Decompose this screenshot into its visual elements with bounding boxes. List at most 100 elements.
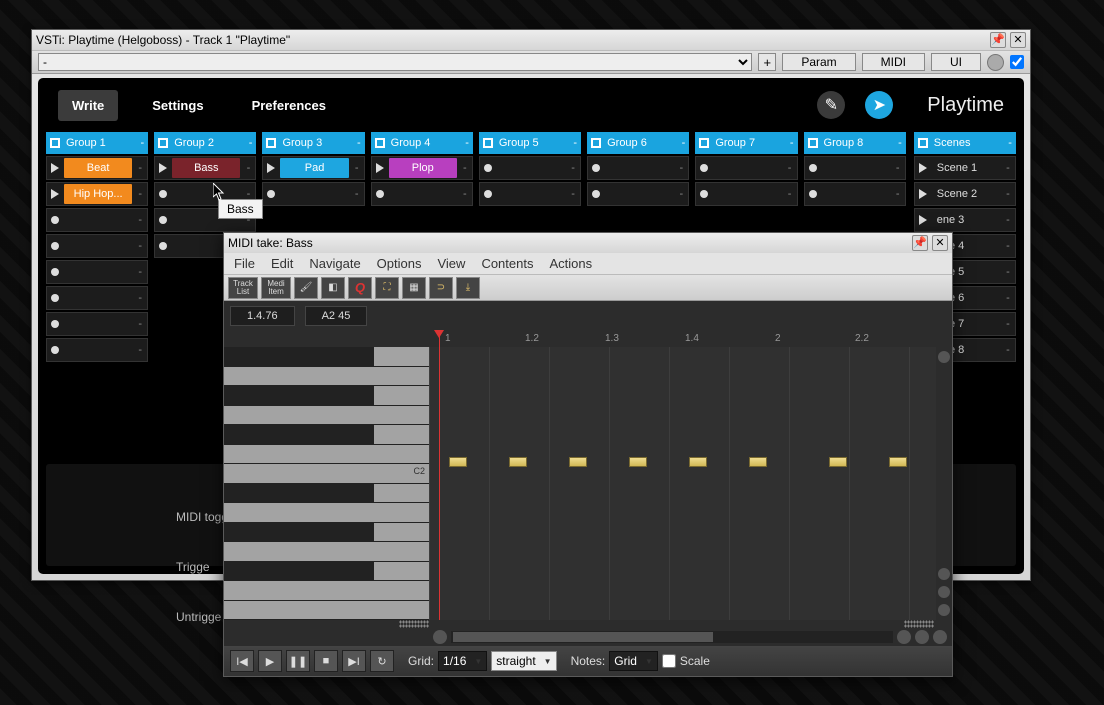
group-header-8[interactable]: Group 8- bbox=[804, 132, 906, 154]
pin-icon[interactable]: 📌 bbox=[990, 32, 1006, 48]
mediaitem-button[interactable]: Medi Item bbox=[261, 277, 291, 299]
stop-icon[interactable]: ■ bbox=[314, 650, 338, 672]
clip-empty[interactable]: - bbox=[46, 234, 148, 258]
clip-empty[interactable]: - bbox=[695, 156, 797, 180]
clip-empty[interactable]: - bbox=[46, 286, 148, 310]
menu-file[interactable]: File bbox=[234, 256, 255, 271]
clip-empty[interactable]: - bbox=[587, 182, 689, 206]
clip-empty[interactable]: - bbox=[46, 312, 148, 336]
clip-g3r1[interactable]: Pad- bbox=[262, 156, 364, 180]
tab-write[interactable]: Write bbox=[58, 90, 118, 121]
group-header-6[interactable]: Group 6- bbox=[587, 132, 689, 154]
menu-navigate[interactable]: Navigate bbox=[309, 256, 360, 271]
h-scrollbar[interactable] bbox=[451, 631, 893, 643]
menu-view[interactable]: View bbox=[437, 256, 465, 271]
snap-icon[interactable]: ⊃ bbox=[429, 277, 453, 299]
zoom-in-icon[interactable] bbox=[938, 586, 950, 598]
clip-g4r1[interactable]: Plop- bbox=[371, 156, 473, 180]
midi-note[interactable] bbox=[689, 457, 707, 467]
clip-g1r1[interactable]: Beat- bbox=[46, 156, 148, 180]
scenes-header[interactable]: Scenes- bbox=[914, 132, 1016, 154]
clip-empty[interactable]: - bbox=[262, 182, 364, 206]
grid-type-select[interactable]: straight bbox=[491, 651, 556, 671]
group-header-4[interactable]: Group 4- bbox=[371, 132, 473, 154]
go-start-icon[interactable]: I◀ bbox=[230, 650, 254, 672]
quantize-icon[interactable]: Q bbox=[348, 277, 372, 299]
loop-icon[interactable]: ↻ bbox=[370, 650, 394, 672]
midi-note[interactable] bbox=[889, 457, 907, 467]
clip-empty[interactable]: - bbox=[46, 208, 148, 232]
clip-g2r1[interactable]: Bass- bbox=[154, 156, 256, 180]
menu-edit[interactable]: Edit bbox=[271, 256, 293, 271]
scroll-right-icon[interactable] bbox=[897, 630, 911, 644]
param-button[interactable]: Param bbox=[782, 53, 855, 71]
resize-handle-icon[interactable] bbox=[399, 620, 429, 628]
clip-empty[interactable]: - bbox=[371, 182, 473, 206]
clip-empty[interactable]: - bbox=[479, 182, 581, 206]
filter-icon[interactable]: ◧ bbox=[321, 277, 345, 299]
group-header-7[interactable]: Group 7- bbox=[695, 132, 797, 154]
zoom-out-icon[interactable] bbox=[938, 604, 950, 616]
grid-size-select[interactable]: 1/16 bbox=[438, 651, 487, 671]
clip-empty[interactable]: - bbox=[587, 156, 689, 180]
menu-actions[interactable]: Actions bbox=[549, 256, 592, 271]
add-preset-button[interactable]: + bbox=[758, 53, 776, 71]
go-end-icon[interactable]: ▶I bbox=[342, 650, 366, 672]
note-area[interactable] bbox=[429, 347, 936, 620]
scroll-up-icon[interactable] bbox=[938, 351, 950, 363]
clip-empty[interactable]: - bbox=[46, 260, 148, 284]
tools-icon[interactable]: 🖌 bbox=[294, 277, 318, 299]
menu-options[interactable]: Options bbox=[377, 256, 422, 271]
play-icon[interactable]: ▶ bbox=[258, 650, 282, 672]
grid-icon[interactable]: ▦ bbox=[402, 277, 426, 299]
clip-empty[interactable]: - bbox=[804, 182, 906, 206]
group-header-5[interactable]: Group 5- bbox=[479, 132, 581, 154]
midi-note[interactable] bbox=[829, 457, 847, 467]
note-readout[interactable]: A2 45 bbox=[305, 306, 368, 326]
send-icon[interactable]: ➤ bbox=[865, 91, 893, 119]
scroll-left-icon[interactable] bbox=[433, 630, 447, 644]
clip-empty[interactable]: - bbox=[479, 156, 581, 180]
midi-note[interactable] bbox=[569, 457, 587, 467]
group-header-1[interactable]: Group 1- bbox=[46, 132, 148, 154]
midi-button[interactable]: MIDI bbox=[862, 53, 925, 71]
group-header-3[interactable]: Group 3- bbox=[262, 132, 364, 154]
menu-contents[interactable]: Contents bbox=[481, 256, 533, 271]
close-icon[interactable]: ✕ bbox=[1010, 32, 1026, 48]
humanize-icon[interactable]: ⛶ bbox=[375, 277, 399, 299]
enable-checkbox[interactable] bbox=[1010, 55, 1024, 69]
midi-note[interactable] bbox=[749, 457, 767, 467]
position-readout[interactable]: 1.4.76 bbox=[230, 306, 295, 326]
zoom-out-h-icon[interactable] bbox=[933, 630, 947, 644]
clip-g1r2[interactable]: Hip Hop...- bbox=[46, 182, 148, 206]
vertical-scroll[interactable] bbox=[936, 347, 952, 620]
piano-keyboard[interactable]: C2 bbox=[224, 347, 429, 620]
scene-row-3[interactable]: ene 3- bbox=[914, 208, 1016, 232]
scale-checkbox[interactable] bbox=[662, 654, 676, 668]
time-ruler[interactable]: 1 1.2 1.3 1.4 2 2.2 bbox=[429, 331, 952, 347]
pause-icon[interactable]: ❚❚ bbox=[286, 650, 310, 672]
clip-empty[interactable]: - bbox=[695, 182, 797, 206]
scroll-down-icon[interactable] bbox=[938, 568, 950, 580]
clip-empty[interactable]: - bbox=[46, 338, 148, 362]
dock-icon[interactable]: ⤓ bbox=[456, 277, 480, 299]
preset-select[interactable]: - bbox=[38, 53, 752, 71]
midi-note[interactable] bbox=[629, 457, 647, 467]
bypass-indicator[interactable] bbox=[987, 54, 1004, 71]
close-icon[interactable]: ✕ bbox=[932, 235, 948, 251]
resize-handle-icon[interactable] bbox=[904, 620, 934, 628]
notes-select[interactable]: Grid bbox=[609, 651, 658, 671]
tab-preferences[interactable]: Preferences bbox=[238, 90, 340, 121]
pin-icon[interactable]: 📌 bbox=[912, 235, 928, 251]
group-header-2[interactable]: Group 2- bbox=[154, 132, 256, 154]
wand-icon[interactable]: ✎ bbox=[817, 91, 845, 119]
tab-settings[interactable]: Settings bbox=[138, 90, 217, 121]
tracklist-button[interactable]: Track List bbox=[228, 277, 258, 299]
midi-note[interactable] bbox=[509, 457, 527, 467]
clip-empty[interactable]: - bbox=[804, 156, 906, 180]
scene-row-2[interactable]: Scene 2- bbox=[914, 182, 1016, 206]
ui-button[interactable]: UI bbox=[931, 53, 981, 71]
scene-row-1[interactable]: Scene 1- bbox=[914, 156, 1016, 180]
zoom-in-h-icon[interactable] bbox=[915, 630, 929, 644]
midi-note[interactable] bbox=[449, 457, 467, 467]
